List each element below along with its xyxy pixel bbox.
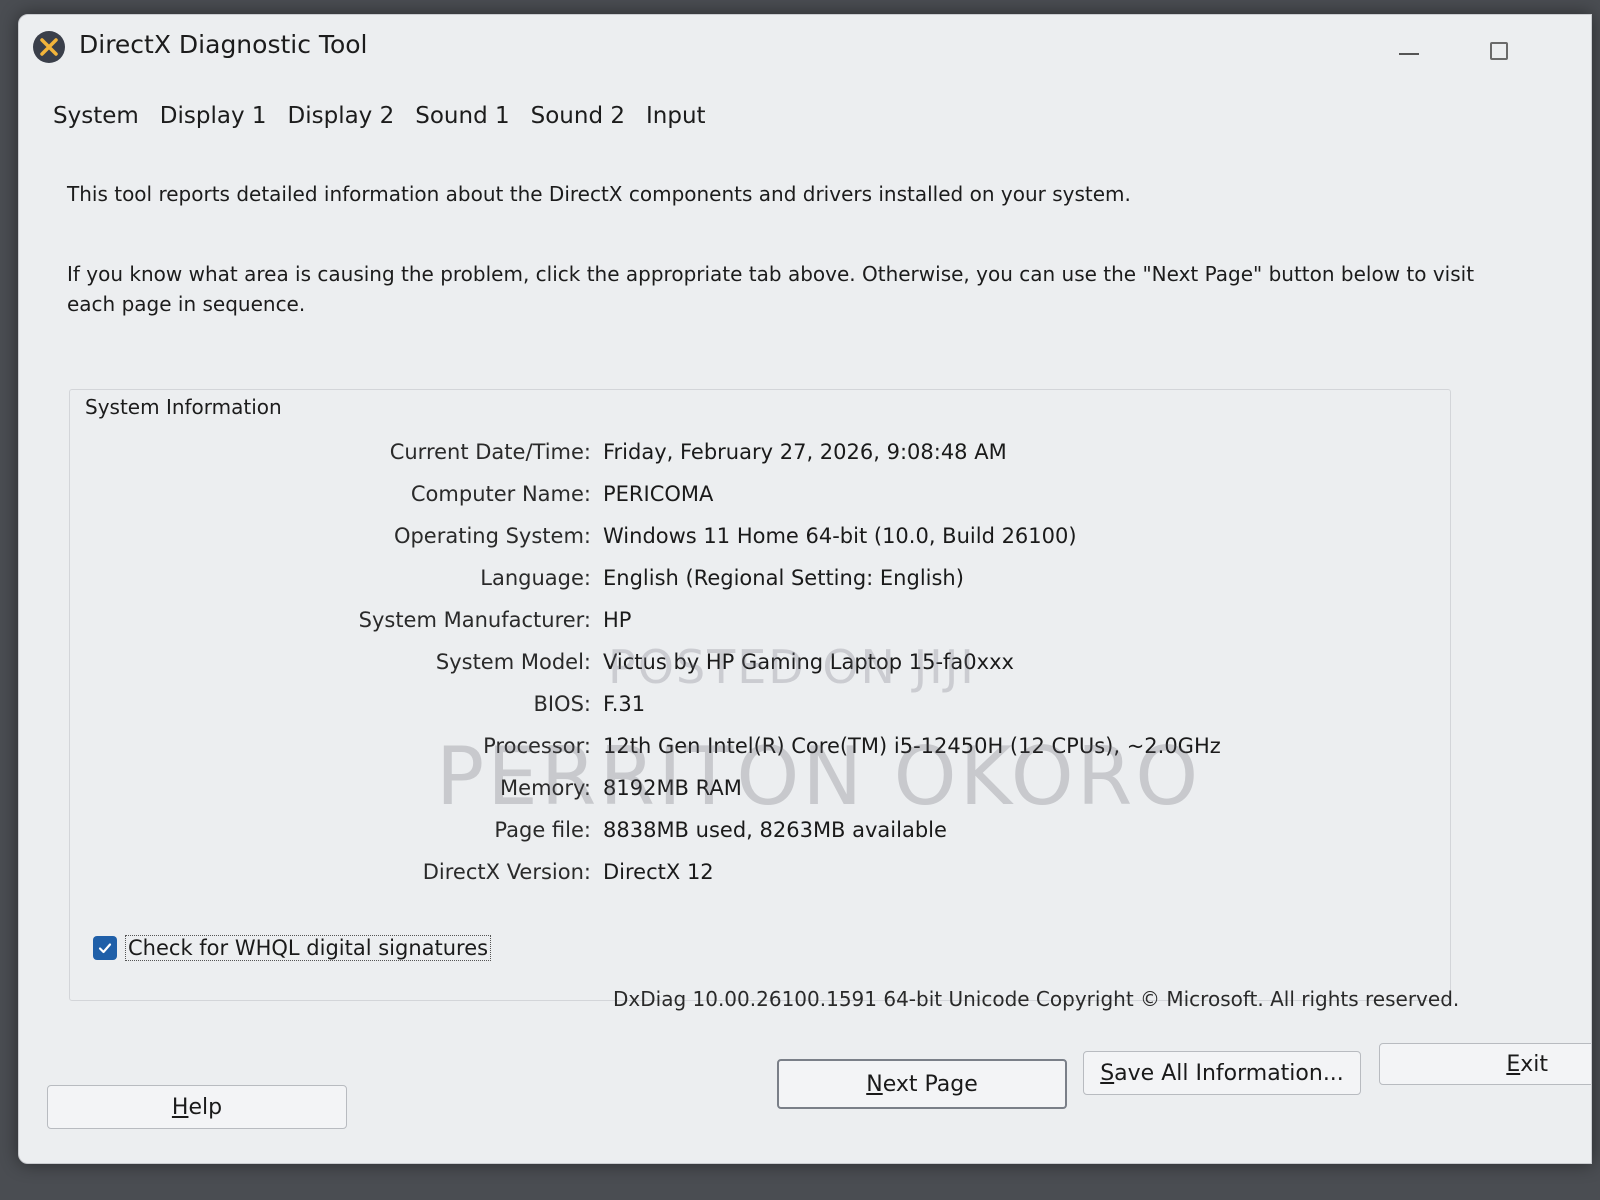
- info-row-page-file: Page file: 8838MB used, 8263MB available: [19, 818, 1591, 850]
- info-label: Operating System:: [393, 524, 591, 548]
- exit-accel-key: E: [1506, 1051, 1521, 1077]
- tab-display-1[interactable]: Display 1: [160, 103, 267, 129]
- info-row-os: Operating System: Windows 11 Home 64-bit…: [19, 524, 1591, 556]
- info-row-manufacturer: System Manufacturer: HP: [19, 608, 1591, 640]
- info-value: 8838MB used, 8263MB available: [603, 818, 947, 842]
- info-value: Friday, February 27, 2026, 9:08:48 AM: [603, 440, 1007, 464]
- next-page-label: ext Page: [882, 1071, 978, 1097]
- info-label: Memory:: [500, 776, 591, 800]
- info-row-directx-version: DirectX Version: DirectX 12: [19, 860, 1591, 892]
- tab-display-2[interactable]: Display 2: [288, 103, 395, 129]
- tab-sound-2[interactable]: Sound 2: [531, 103, 625, 129]
- whql-checkbox[interactable]: [93, 936, 117, 960]
- info-row-computer-name: Computer Name: PERICOMA: [19, 482, 1591, 514]
- next-page-accel-key: N: [866, 1071, 883, 1097]
- info-value: 12th Gen Intel(R) Core(TM) i5-12450H (12…: [603, 734, 1221, 758]
- next-page-button[interactable]: Next Page: [777, 1059, 1067, 1109]
- info-label: Current Date/Time:: [389, 440, 591, 464]
- info-label: BIOS:: [533, 692, 591, 716]
- exit-label: xit: [1520, 1051, 1548, 1077]
- info-row-datetime: Current Date/Time: Friday, February 27, …: [19, 440, 1591, 472]
- version-copyright-text: DxDiag 10.00.26100.1591 64-bit Unicode C…: [613, 987, 1460, 1011]
- info-label: Processor:: [483, 734, 591, 758]
- info-row-model: System Model: Victus by HP Gaming Laptop…: [19, 650, 1591, 682]
- intro-text: This tool reports detailed information a…: [67, 182, 1131, 206]
- info-row-language: Language: English (Regional Setting: Eng…: [19, 566, 1591, 598]
- tab-system[interactable]: System: [53, 103, 139, 129]
- info-row-memory: Memory: 8192MB RAM: [19, 776, 1591, 808]
- info-label: Language:: [480, 566, 591, 590]
- info-value: 8192MB RAM: [603, 776, 742, 800]
- save-label: ave All Information...: [1114, 1060, 1344, 1086]
- help-button[interactable]: Help: [47, 1085, 347, 1129]
- group-label: System Information: [81, 395, 286, 419]
- info-label: System Manufacturer:: [358, 608, 591, 632]
- dxdiag-window: DirectX Diagnostic Tool System Display 1…: [18, 14, 1592, 1164]
- tab-bar: System Display 1 Display 2 Sound 1 Sound…: [53, 103, 706, 129]
- intro-instructions: If you know what area is causing the pro…: [67, 262, 1475, 316]
- help-label: elp: [188, 1094, 223, 1120]
- info-value: Victus by HP Gaming Laptop 15-fa0xxx: [603, 650, 1014, 674]
- directx-x-icon: [33, 31, 65, 63]
- whql-checkbox-row[interactable]: Check for WHQL digital signatures: [93, 935, 492, 961]
- info-value: DirectX 12: [603, 860, 714, 884]
- whql-label[interactable]: Check for WHQL digital signatures: [125, 935, 492, 961]
- info-value: English (Regional Setting: English): [603, 566, 964, 590]
- info-label: System Model:: [435, 650, 591, 674]
- title-bar[interactable]: DirectX Diagnostic Tool: [19, 15, 1591, 77]
- exit-button[interactable]: Exit: [1379, 1043, 1591, 1085]
- info-row-bios: BIOS: F.31: [19, 692, 1591, 724]
- minimize-icon: [1399, 53, 1419, 55]
- tab-input[interactable]: Input: [646, 103, 706, 129]
- info-label: DirectX Version:: [422, 860, 591, 884]
- maximize-icon: [1490, 42, 1508, 60]
- info-value: Windows 11 Home 64-bit (10.0, Build 2610…: [603, 524, 1077, 548]
- window-title: DirectX Diagnostic Tool: [79, 30, 368, 59]
- checkmark-icon: [98, 943, 112, 954]
- info-value: F.31: [603, 692, 646, 716]
- info-label: Computer Name:: [410, 482, 591, 506]
- save-all-information-button[interactable]: Save All Information...: [1083, 1051, 1361, 1095]
- maximize-button[interactable]: [1486, 39, 1512, 63]
- save-accel-key: S: [1100, 1060, 1115, 1086]
- minimize-button[interactable]: [1396, 39, 1422, 63]
- help-accel-key: H: [171, 1094, 189, 1120]
- info-value: HP: [603, 608, 632, 632]
- tab-sound-1[interactable]: Sound 1: [415, 103, 509, 129]
- info-label: Page file:: [494, 818, 591, 842]
- info-value: PERICOMA: [603, 482, 714, 506]
- info-row-processor: Processor: 12th Gen Intel(R) Core(TM) i5…: [19, 734, 1591, 766]
